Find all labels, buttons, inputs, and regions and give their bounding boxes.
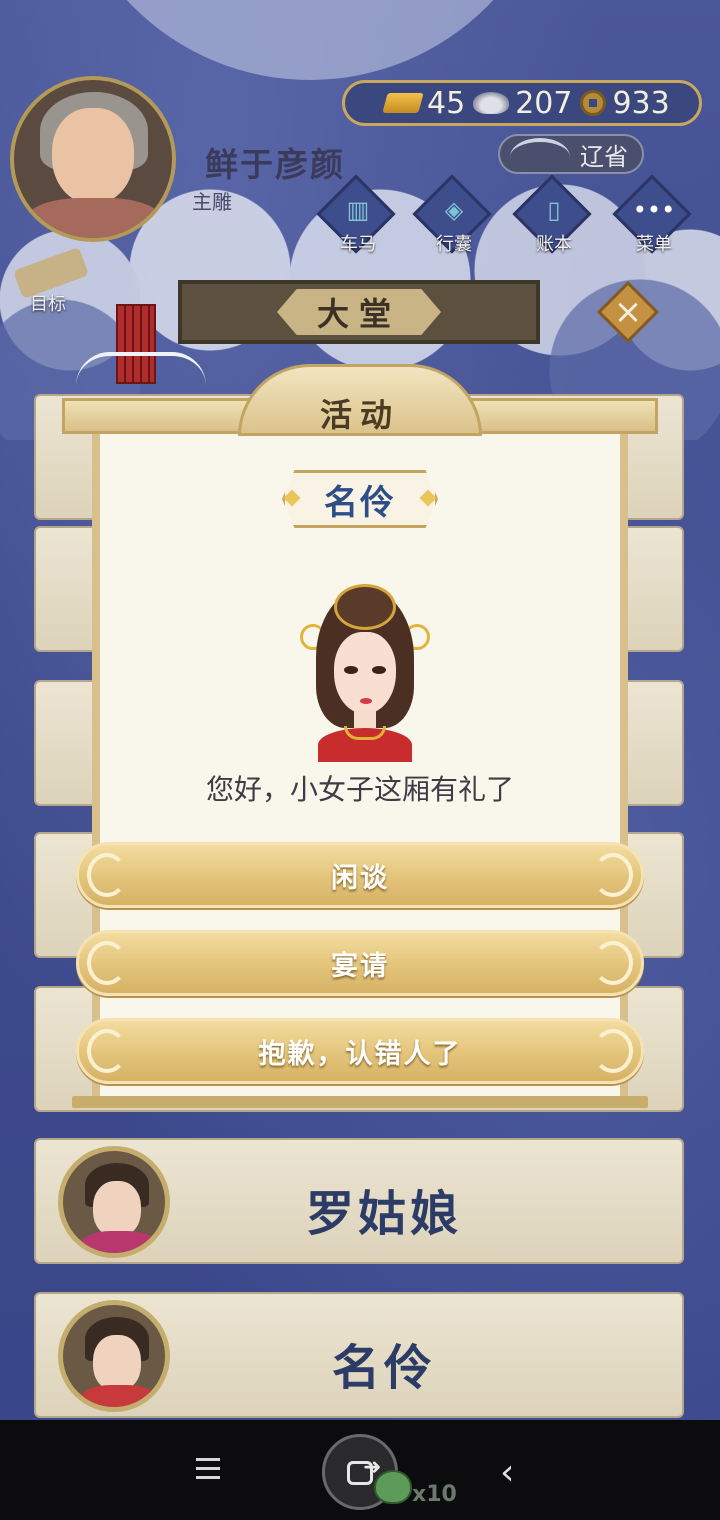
silver-ingot-icon: [473, 92, 510, 114]
hall-header: 大堂: [178, 280, 540, 344]
province-name: 辽省: [580, 142, 628, 171]
gold-amount: 45: [427, 85, 466, 121]
province-button[interactable]: 辽省: [498, 134, 644, 174]
npc-greeting: 您好，小女子这厢有礼了: [205, 773, 514, 806]
modal-bottom-bar: [72, 1096, 648, 1108]
option-label: 宴请: [331, 950, 389, 982]
portrait-robe: [79, 1385, 159, 1407]
modal-title: 活动: [319, 396, 400, 434]
cloud-ornament-icon: [87, 941, 127, 985]
copper-coin-icon: [580, 90, 607, 116]
goal-button[interactable]: 目标: [10, 246, 90, 316]
silver-amount: 207: [515, 85, 573, 121]
npc-name: 罗姑娘: [306, 1186, 463, 1242]
chat-option-button[interactable]: 闲谈: [76, 842, 644, 908]
close-icon: ×: [613, 292, 643, 332]
menu-line: [196, 1467, 220, 1470]
portrait-eye: [344, 666, 358, 674]
menu-more[interactable]: ••• 菜单: [612, 174, 694, 260]
menu-label: 车马: [340, 234, 376, 255]
bag-icon: ◈: [444, 196, 464, 224]
npc-portrait: [58, 1300, 170, 1412]
more-icon: •••: [632, 196, 676, 224]
cloud-ornament-icon: [87, 853, 127, 897]
bridge-icon: [510, 138, 570, 176]
cloud-ornament-icon: [593, 853, 633, 897]
portrait-lips: [360, 698, 372, 704]
npc-portrait: [300, 584, 430, 762]
banquet-option-button[interactable]: 宴请: [76, 930, 644, 996]
cloud-ornament-icon: [87, 1029, 127, 1073]
hall-plaque: 大堂: [277, 289, 441, 335]
back-button[interactable]: ‹: [500, 1452, 514, 1493]
activity-modal: [92, 432, 628, 1100]
cloud-ornament-icon: [593, 941, 633, 985]
menu-label: 账本: [536, 234, 572, 255]
apologize-option-button[interactable]: 抱歉，认错人了: [76, 1018, 644, 1084]
carriage-icon: ▥: [346, 196, 370, 224]
avatar-face: [52, 108, 134, 204]
npc-portrait: [58, 1146, 170, 1258]
menu-carriage[interactable]: ▥ 车马: [316, 174, 398, 260]
portrait-eye: [372, 666, 386, 674]
menu-ledger[interactable]: ▯ 账本: [512, 174, 594, 260]
npc-name: 名伶: [332, 1340, 437, 1396]
option-label: 抱歉，认错人了: [258, 1038, 462, 1070]
gold-ingot-icon: [382, 93, 424, 113]
menu-line: [196, 1458, 220, 1461]
goal-label: 目标: [30, 294, 66, 315]
menu-label: 行囊: [436, 234, 472, 255]
recent-apps-button[interactable]: [196, 1458, 224, 1482]
portrait-face: [93, 1181, 141, 1237]
ledger-icon: ▯: [547, 196, 561, 224]
player-title: 主雕: [192, 190, 232, 214]
portrait-bun: [334, 584, 396, 630]
cloud-ornament-icon: [593, 1029, 633, 1073]
player-name: 鲜于彦颜: [205, 145, 345, 184]
menu-label: 菜单: [636, 234, 672, 255]
currency-bar: 45 207 933: [342, 80, 702, 126]
avatar-robe: [24, 198, 164, 238]
portrait-robe: [79, 1231, 159, 1253]
coin-amount: 933: [612, 85, 670, 121]
portrait-face: [93, 1335, 141, 1391]
frog-icon: [374, 1470, 412, 1504]
list-item[interactable]: 名伶: [34, 1292, 684, 1418]
hall-title: 大堂: [316, 295, 401, 333]
npc-name: 名伶: [324, 482, 396, 523]
cloud-swirl-decoration: [76, 352, 206, 386]
floating-count: x10: [412, 1482, 457, 1507]
menu-line: [196, 1476, 220, 1479]
list-item[interactable]: 罗姑娘: [34, 1138, 684, 1264]
menu-bag[interactable]: ◈ 行囊: [412, 174, 494, 260]
option-label: 闲谈: [331, 862, 389, 894]
player-avatar[interactable]: [10, 76, 176, 242]
npc-name-badge: 名伶: [282, 470, 438, 528]
